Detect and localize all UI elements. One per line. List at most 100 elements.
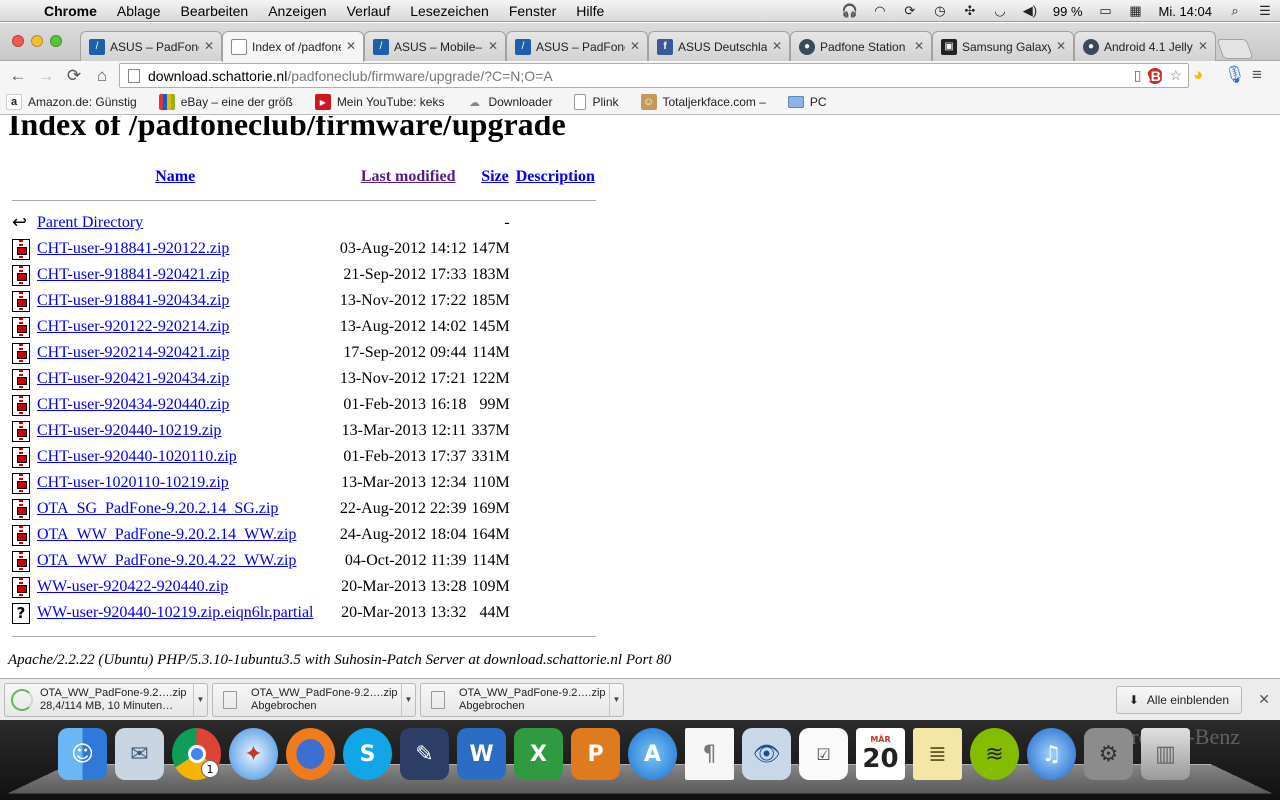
file-link[interactable]: OTA_WW_PadFone-9.20.2.14_WW.zip [37, 526, 296, 543]
tab-asus-padfone[interactable]: / ASUS – PadFone ✕ [80, 31, 222, 61]
file-link[interactable]: CHT-user-1020110-10219.zip [37, 474, 229, 491]
bookmark-youtube[interactable]: ▶ Mein YouTube: keks [314, 94, 444, 110]
zoom-window-button[interactable] [50, 35, 62, 47]
bookmark-star-icon[interactable]: ☆ [1169, 67, 1182, 84]
file-link[interactable]: CHT-user-920214-920421.zip [37, 344, 229, 361]
bookmark-amazon[interactable]: a Amazon.de: Günstig [6, 94, 137, 110]
trash-icon[interactable]: ▥ [1141, 728, 1190, 780]
excel-icon[interactable]: X [514, 728, 563, 780]
back-arrow-icon[interactable]: ← [4, 66, 32, 86]
bookmark-ebay[interactable]: eBay – eine der größ [158, 94, 293, 110]
menu-bearbeiten[interactable]: Bearbeiten [171, 3, 259, 19]
file-link[interactable]: CHT-user-920434-920440.zip [37, 396, 229, 413]
reload-icon[interactable]: ⟳ [60, 66, 88, 86]
chrome-icon[interactable]: 1 [172, 728, 221, 780]
notification-center-icon[interactable]: ☰ [1250, 3, 1280, 19]
tab-index-padfoneclub[interactable]: Index of /padfoneclub ✕ [222, 31, 364, 62]
file-link[interactable]: WW-user-920422-920440.zip [37, 578, 228, 595]
tab-close-icon[interactable]: ✕ [488, 39, 498, 53]
textedit-icon[interactable]: ¶ [685, 728, 734, 780]
menu-clock[interactable]: Mi. 14:04 [1151, 4, 1220, 19]
preview-editor-icon[interactable]: ✎ [400, 728, 449, 780]
file-link[interactable]: CHT-user-920122-920214.zip [37, 318, 229, 335]
tab-close-icon[interactable]: ✕ [772, 39, 782, 53]
file-link[interactable]: CHT-user-920440-1020110.zip [37, 448, 237, 465]
wifi-icon[interactable]: ◡ [985, 3, 1015, 19]
sync-icon[interactable]: ⟳ [895, 3, 925, 19]
calendar-icon[interactable]: MÄR 20 [856, 728, 905, 780]
file-link[interactable]: OTA_WW_PadFone-9.20.4.22_WW.zip [37, 552, 296, 569]
tab-samsung-galaxy[interactable]: ▣ Samsung Galaxy ✕ [932, 31, 1074, 61]
spotlight-icon[interactable]: ⌕ [1220, 3, 1250, 19]
bookmark-totaljerkface[interactable]: ☺ Totaljerkface.com – [640, 94, 766, 110]
bookmark-plink[interactable]: Plink [574, 94, 619, 110]
pacman-extension-icon[interactable]: ◕ [1193, 65, 1203, 85]
menu-anzeigen[interactable]: Anzeigen [258, 3, 336, 19]
system-preferences-icon[interactable]: ⚙ [1084, 728, 1133, 780]
file-link[interactable]: CHT-user-920440-10219.zip [37, 422, 221, 439]
home-icon[interactable]: ⌂ [88, 66, 116, 86]
download-item-1[interactable]: OTA_WW_PadFone-9.2….zip 28,4/114 MB, 10 … [4, 682, 208, 717]
download-item-3[interactable]: OTA_WW_PadFone-9.2….zip Abgebrochen ▼ [420, 682, 624, 717]
skype-icon[interactable]: S [343, 728, 392, 780]
download-menu-caret-icon[interactable]: ▼ [193, 683, 207, 716]
new-tab-button[interactable] [1216, 39, 1254, 59]
volume-icon[interactable]: ◀) [1015, 3, 1045, 19]
download-menu-caret-icon[interactable]: ▼ [609, 683, 623, 716]
tab-asus-padfone-2[interactable]: / ASUS – PadFone ✕ [506, 31, 648, 61]
headset-icon[interactable]: ◠ [865, 3, 895, 19]
app-store-icon[interactable]: A [628, 728, 677, 780]
menu-app-chrome[interactable]: Chrome [40, 3, 107, 19]
file-link[interactable]: OTA_SG_PadFone-9.20.2.14_SG.zip [37, 500, 278, 517]
headphones-icon[interactable]: 🎧 [835, 3, 865, 19]
tab-padfone-station[interactable]: ● Padfone Station ✕ [790, 31, 932, 61]
tab-asus-deutschland[interactable]: f ASUS Deutschland ✕ [648, 31, 790, 61]
tab-android-jelly[interactable]: ● Android 4.1 Jelly ✕ [1074, 31, 1216, 61]
bookmark-downloader[interactable]: ☁ Downloader [466, 94, 553, 110]
itunes-icon[interactable]: ♫ [1027, 728, 1076, 780]
file-link[interactable]: WW-user-920440-10219.zip.eiqn6lr.partial [37, 604, 314, 621]
keyboard-layout-icon[interactable]: ▦ [1121, 3, 1151, 19]
reminders-icon[interactable]: ☑ [799, 728, 848, 780]
microphone-icon[interactable]: 🎙 [1224, 65, 1246, 85]
battery-icon[interactable]: ▭ [1091, 3, 1121, 19]
word-icon[interactable]: W [457, 728, 506, 780]
minimize-window-button[interactable] [31, 35, 43, 47]
safari-icon[interactable]: ✦ [229, 728, 278, 780]
sort-by-modified-link[interactable]: Last modified [361, 168, 456, 185]
menu-hilfe[interactable]: Hilfe [566, 3, 614, 19]
bookmark-folder-pc[interactable]: PC [787, 95, 827, 109]
powerpoint-icon[interactable]: P [571, 728, 620, 780]
address-bar[interactable]: download.schattorie.nl /padfoneclub/firm… [119, 63, 1189, 88]
menu-verlauf[interactable]: Verlauf [337, 3, 401, 19]
file-link[interactable]: CHT-user-918841-920434.zip [37, 292, 229, 309]
tab-close-icon[interactable]: ✕ [1056, 39, 1066, 53]
mail-icon[interactable]: ✉ [115, 728, 164, 780]
spotify-icon[interactable]: ≋ [970, 728, 1019, 780]
sort-by-name-link[interactable]: Name [155, 168, 195, 185]
notes-icon[interactable]: ≣ [913, 728, 962, 780]
tab-close-icon[interactable]: ✕ [630, 39, 640, 53]
adblock-icon[interactable]: ABP [1141, 67, 1170, 84]
bluetooth-icon[interactable]: ✣ [955, 3, 985, 19]
tab-close-icon[interactable]: ✕ [914, 39, 924, 53]
menu-lesezeichen[interactable]: Lesezeichen [400, 3, 499, 19]
show-all-downloads-button[interactable]: ⬇ Alle einblenden [1115, 686, 1242, 714]
close-window-button[interactable] [12, 35, 24, 47]
menu-ablage[interactable]: Ablage [107, 3, 171, 19]
time-machine-icon[interactable]: ◷ [925, 3, 955, 19]
download-menu-caret-icon[interactable]: ▼ [401, 683, 415, 716]
sort-by-description-link[interactable]: Description [516, 168, 595, 185]
finder-icon[interactable]: ☺ [58, 728, 107, 780]
preview-icon[interactable]: 👁 [742, 728, 791, 780]
forward-arrow-icon[interactable]: → [32, 66, 60, 86]
file-link[interactable]: CHT-user-918841-920122.zip [37, 240, 229, 257]
parent-directory-link[interactable]: Parent Directory [37, 214, 143, 231]
tab-close-icon[interactable]: ✕ [346, 39, 356, 53]
file-link[interactable]: CHT-user-918841-920421.zip [37, 266, 229, 283]
file-link[interactable]: CHT-user-920421-920434.zip [37, 370, 229, 387]
page-viewport[interactable]: Index of /padfoneclub/firmware/upgrade N… [0, 116, 1280, 678]
menu-fenster[interactable]: Fenster [499, 3, 566, 19]
battery-percent[interactable]: 99 % [1045, 4, 1091, 19]
tab-close-icon[interactable]: ✕ [1198, 39, 1208, 53]
